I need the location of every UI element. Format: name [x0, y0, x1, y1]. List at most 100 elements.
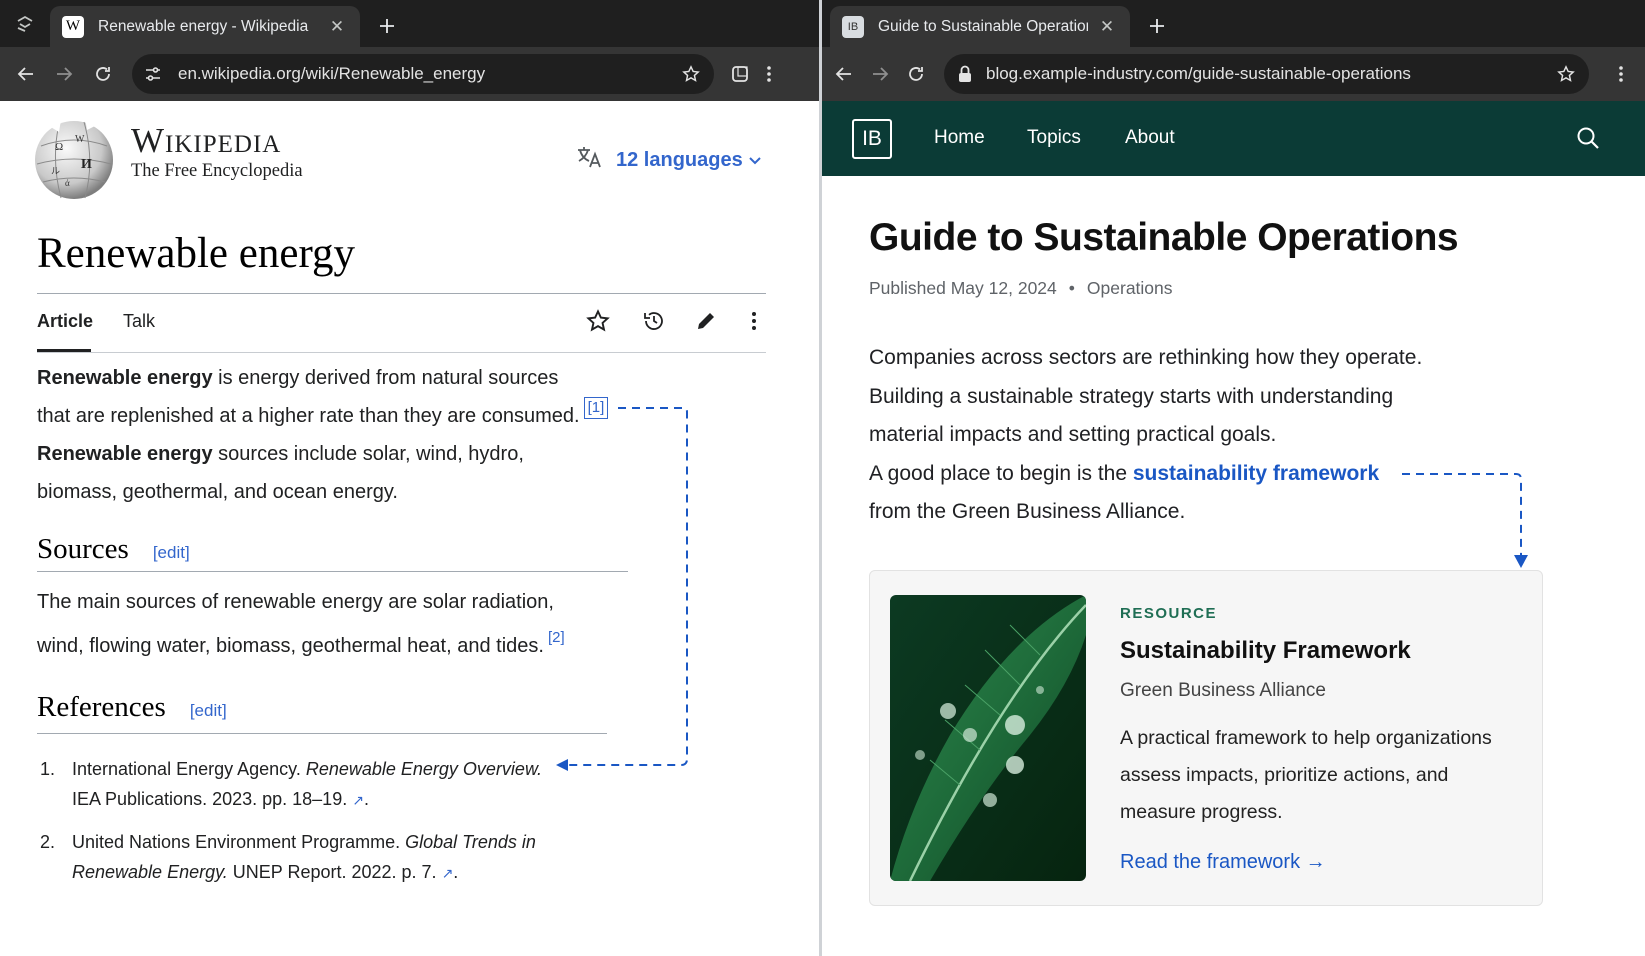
close-tab-icon[interactable]: ✕	[1096, 16, 1118, 38]
read-framework-link[interactable]: Read the framework →	[1120, 851, 1326, 874]
citation-link-1[interactable]: [1]	[583, 397, 609, 419]
body-line: Companies across sectors are rethinking …	[869, 346, 1423, 369]
lock-icon[interactable]	[958, 65, 972, 83]
leaf-image	[890, 595, 1086, 881]
browser-toolbar: en.wikipedia.org/wiki/Renewable_energy	[0, 47, 819, 101]
blog-logo[interactable]: IB	[852, 119, 892, 159]
body-line: from the Green Business Alliance.	[869, 500, 1186, 523]
page-title: Renewable energy	[37, 230, 355, 277]
chevron-down-icon	[749, 153, 761, 168]
url-text: blog.example-industry.com/guide-sustaina…	[986, 64, 1411, 83]
tab-strip: IB Guide to Sustainable Operations ✕	[822, 0, 1645, 47]
page-tabs: Article Talk	[37, 311, 185, 332]
card-kicker: RESOURCE	[1120, 605, 1218, 622]
back-icon[interactable]	[830, 60, 858, 88]
tab-title: Guide to Sustainable Operations	[878, 17, 1088, 35]
tab-blog[interactable]: IB Guide to Sustainable Operations ✕	[830, 6, 1130, 47]
sources-text: The main sources of renewable energy are…	[37, 591, 554, 613]
wikipedia-wordmark[interactable]: Wikipedia The Free Encyclopedia	[131, 122, 303, 182]
wikipedia-globe-logo-icon[interactable]: Ω W И ル ά	[29, 116, 119, 200]
reference-title: Renewable Energy Overview.	[305, 759, 542, 779]
body-line: material impacts and setting practical g…	[869, 423, 1277, 446]
references-edit-link[interactable]: [edit]	[190, 701, 227, 721]
intro-text: sources include solar, wind, hydro,	[212, 443, 524, 465]
site-info-icon[interactable]	[144, 65, 162, 83]
tab-article[interactable]: Article	[37, 311, 93, 332]
meta-separator: •	[1068, 278, 1075, 298]
extensions-icon[interactable]	[726, 60, 754, 88]
external-link-icon[interactable]: ↗	[352, 792, 364, 808]
bookmark-star-icon[interactable]	[682, 65, 700, 83]
svg-text:И: И	[81, 157, 92, 172]
right-browser-window: IB Guide to Sustainable Operations ✕ blo…	[822, 0, 1645, 956]
sources-paragraph: The main sources of renewable energy are…	[37, 585, 565, 664]
left-browser-window: W Renewable energy - Wikipedia ✕ en.wiki…	[0, 0, 819, 956]
reference-number: 1.	[40, 759, 56, 779]
published-date: Published May 12, 2024	[869, 278, 1057, 298]
nav-home[interactable]: Home	[934, 127, 985, 149]
reference-author: United Nations Environment Programme.	[72, 832, 406, 852]
new-tab-icon[interactable]	[1142, 11, 1172, 41]
intro-paragraph: Renewable energy is energy derived from …	[37, 359, 609, 511]
nav-about[interactable]: About	[1125, 127, 1175, 149]
card-description-line: assess impacts, prioritize actions, and	[1120, 764, 1449, 786]
address-bar[interactable]: blog.example-industry.com/guide-sustaina…	[944, 54, 1589, 94]
more-options-icon[interactable]	[740, 307, 768, 335]
svg-text:Ω: Ω	[55, 141, 63, 153]
card-description-line: measure progress.	[1120, 801, 1283, 823]
title-divider	[37, 293, 766, 294]
sources-divider	[37, 571, 628, 572]
blog-header: IB Home Topics About	[822, 101, 1645, 176]
section-sources: Sources [edit]	[37, 533, 190, 566]
wordmark-tagline: The Free Encyclopedia	[131, 161, 303, 181]
article-title: Guide to Sustainable Operations	[869, 216, 1459, 259]
body-line: Building a sustainable strategy starts w…	[869, 384, 1394, 408]
edit-pencil-icon[interactable]	[692, 307, 720, 335]
citation-link-2[interactable]: [2]	[548, 629, 565, 646]
url-text: en.wikipedia.org/wiki/Renewable_energy	[178, 64, 486, 83]
tab-wikipedia[interactable]: W Renewable energy - Wikipedia ✕	[50, 6, 360, 47]
reference-author: International Energy Agency.	[72, 759, 306, 779]
references-divider	[37, 733, 607, 734]
sustainability-framework-link[interactable]: sustainability framework	[1133, 462, 1379, 485]
address-bar[interactable]: en.wikipedia.org/wiki/Renewable_energy	[132, 54, 714, 94]
reload-icon[interactable]	[89, 60, 117, 88]
language-selector[interactable]: 12 languages	[576, 145, 761, 175]
intro-bold-term: Renewable energy	[37, 443, 213, 465]
wordmark-text: Wikipedia	[131, 121, 282, 160]
reference-item-2: 2. United Nations Environment Programme.…	[37, 827, 542, 888]
languages-label: 12 languages	[616, 148, 743, 171]
back-icon[interactable]	[12, 60, 40, 88]
tab-search-icon[interactable]	[14, 13, 36, 35]
reference-item-1: 1. International Energy Agency. Renewabl…	[37, 754, 542, 815]
article-category[interactable]: Operations	[1087, 278, 1173, 298]
reload-icon[interactable]	[902, 60, 930, 88]
new-tab-icon[interactable]	[372, 11, 402, 41]
resource-card[interactable]: RESOURCE Sustainability Framework Green …	[869, 570, 1543, 906]
forward-icon[interactable]	[866, 60, 894, 88]
reference-publisher: IEA Publications. 2023. pp. 18–19.	[72, 789, 353, 809]
nav-topics[interactable]: Topics	[1027, 127, 1081, 149]
sources-edit-link[interactable]: [edit]	[153, 543, 190, 563]
tab-talk[interactable]: Talk	[123, 311, 155, 332]
section-references: References [edit]	[37, 691, 227, 724]
wikipedia-favicon-icon: W	[62, 15, 84, 38]
external-link-icon[interactable]: ↗	[442, 865, 454, 881]
browser-toolbar: blog.example-industry.com/guide-sustaina…	[822, 47, 1645, 101]
search-icon[interactable]	[1576, 126, 1600, 155]
browser-menu-icon[interactable]	[1607, 60, 1635, 88]
references-list: 1. International Energy Agency. Renewabl…	[37, 754, 542, 900]
history-icon[interactable]	[640, 307, 668, 335]
close-tab-icon[interactable]: ✕	[326, 16, 348, 38]
bookmark-star-icon[interactable]	[1557, 65, 1575, 83]
browser-menu-icon[interactable]	[755, 60, 783, 88]
card-title[interactable]: Sustainability Framework	[1120, 637, 1411, 665]
forward-icon[interactable]	[50, 60, 78, 88]
watch-star-icon[interactable]	[584, 307, 612, 335]
article-meta: Published May 12, 2024 • Operations	[869, 278, 1173, 299]
article-body: Companies across sectors are rethinking …	[869, 339, 1422, 532]
blog-favicon-icon: IB	[842, 15, 864, 38]
reference-publisher: UNEP Report. 2022. p. 7.	[227, 862, 442, 882]
sources-text: wind, flowing water, biomass, geothermal…	[37, 635, 544, 657]
card-publisher: Green Business Alliance	[1120, 680, 1326, 701]
